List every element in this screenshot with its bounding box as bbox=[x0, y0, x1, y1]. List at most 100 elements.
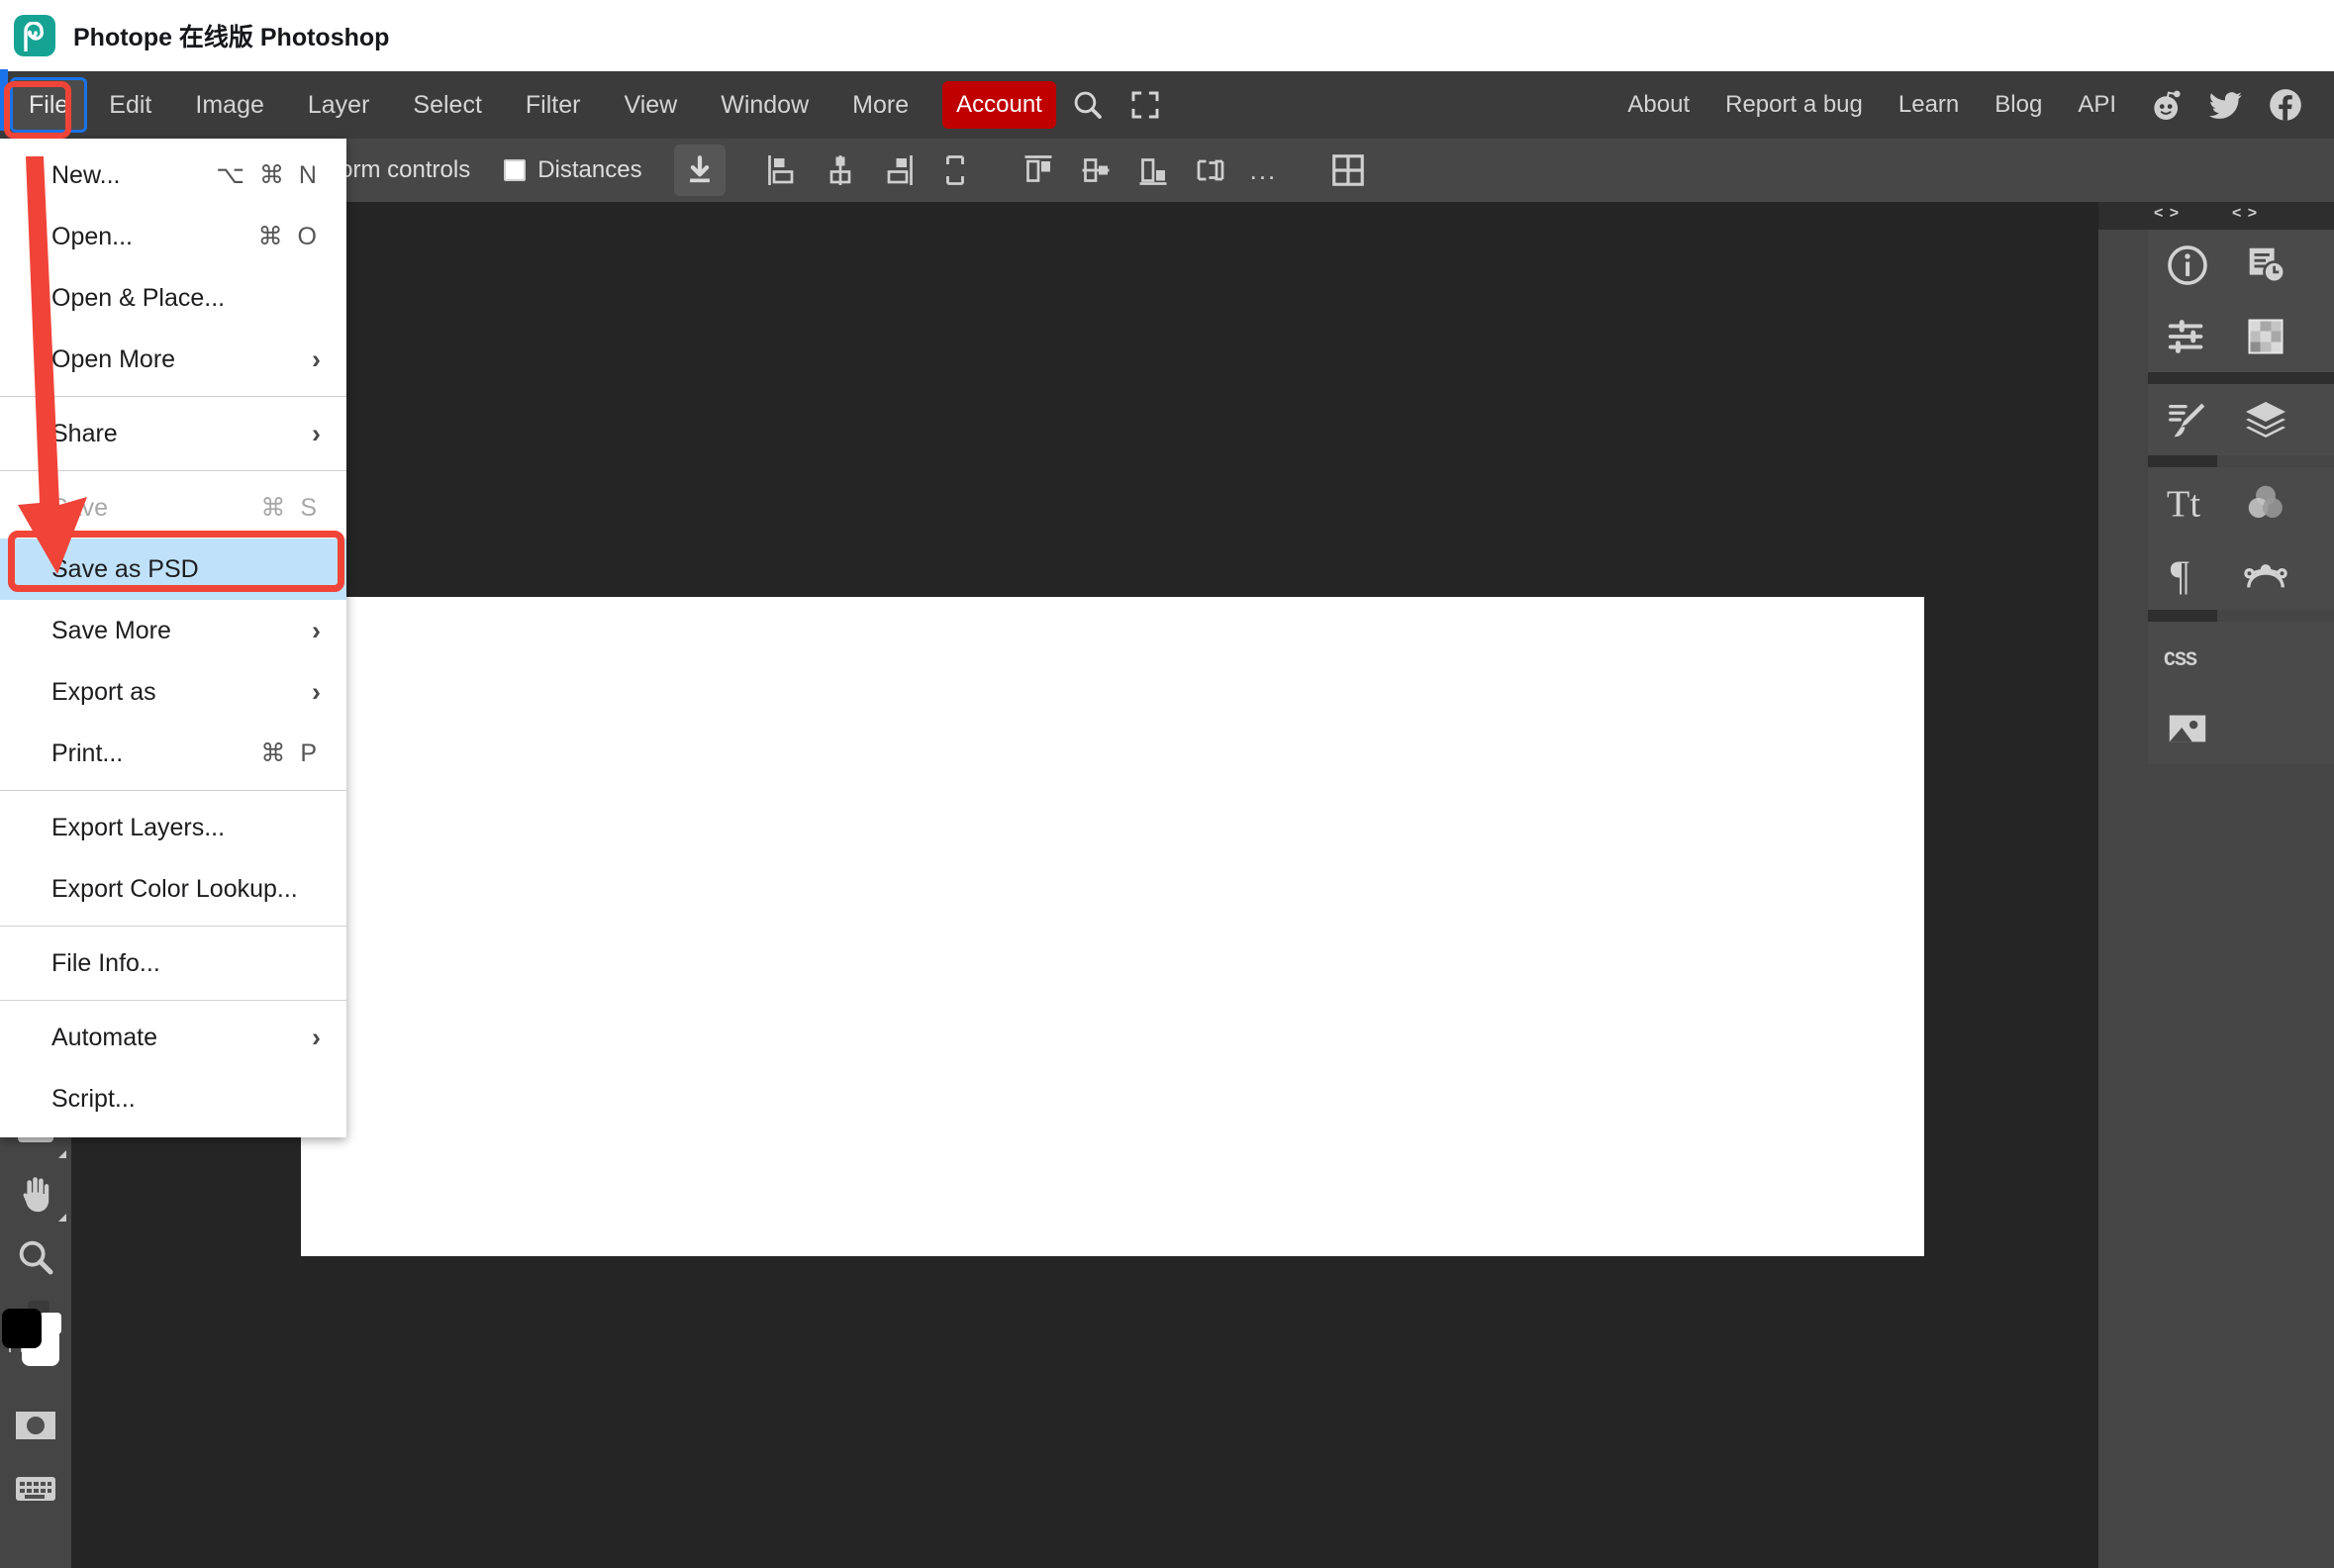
layers-icon[interactable] bbox=[2226, 384, 2304, 455]
paragraph-icon[interactable]: ¶ bbox=[2148, 539, 2226, 610]
menu-save: Save ⌘ S bbox=[0, 477, 346, 539]
link-blog[interactable]: Blog bbox=[1977, 79, 2060, 131]
panel-group-info bbox=[2148, 230, 2334, 372]
main-menubar: File Edit Image Layer Select Filter View… bbox=[0, 71, 2334, 139]
menu-print-label: Print... bbox=[51, 738, 124, 767]
reddit-icon[interactable] bbox=[2140, 78, 2193, 132]
menu-export-layers-label: Export Layers... bbox=[51, 813, 226, 841]
canvas-workspace[interactable] bbox=[71, 202, 2098, 1568]
menu-save-as-psd[interactable]: Save as PSD bbox=[0, 539, 346, 600]
menu-print[interactable]: Print... ⌘ P bbox=[0, 723, 346, 784]
menu-file[interactable]: File bbox=[10, 77, 88, 133]
menu-script[interactable]: Script... bbox=[0, 1068, 346, 1129]
menu-new[interactable]: New... ⌥ ⌘ N bbox=[0, 145, 346, 206]
menu-open-and-place-label: Open & Place... bbox=[51, 283, 226, 312]
menu-separator bbox=[0, 790, 346, 791]
link-about[interactable]: About bbox=[1609, 79, 1707, 131]
distances-checkbox[interactable] bbox=[504, 159, 527, 181]
panel-divider bbox=[2148, 455, 2217, 467]
menu-file-info[interactable]: File Info... bbox=[0, 932, 346, 994]
photopea-logo-icon bbox=[14, 15, 55, 56]
align-middle-vertical-icon[interactable] bbox=[1070, 145, 1121, 196]
menu-export-color-lookup[interactable]: Export Color Lookup... bbox=[0, 858, 346, 920]
more-options-button[interactable]: ... bbox=[1236, 155, 1292, 186]
menu-open-shortcut: ⌘ O bbox=[257, 223, 321, 250]
link-learn[interactable]: Learn bbox=[1881, 79, 1977, 131]
account-button[interactable]: Account bbox=[942, 81, 1056, 129]
distances-label: Distances bbox=[537, 156, 642, 183]
search-icon[interactable] bbox=[1062, 79, 1114, 131]
align-center-horizontal-icon[interactable] bbox=[815, 145, 866, 196]
file-menu[interactable]: New... ⌥ ⌘ N Open... ⌘ O Open & Place...… bbox=[0, 139, 346, 1137]
menu-share[interactable]: Share › bbox=[0, 403, 346, 464]
panel-collapse-mark-1[interactable]: < > bbox=[2154, 205, 2180, 223]
css-icon[interactable]: CSS bbox=[2148, 622, 2226, 693]
image-placeholder-icon[interactable] bbox=[2148, 693, 2226, 764]
svg-text:CSS: CSS bbox=[2164, 649, 2197, 672]
align-right-icon[interactable] bbox=[872, 145, 924, 196]
menu-automate[interactable]: Automate › bbox=[0, 1007, 346, 1068]
twitter-icon[interactable] bbox=[2199, 78, 2253, 132]
align-left-icon[interactable] bbox=[757, 145, 809, 196]
color-swatches[interactable] bbox=[0, 1295, 71, 1394]
download-icon[interactable] bbox=[673, 145, 726, 196]
link-report-a-bug[interactable]: Report a bug bbox=[1707, 79, 1881, 131]
menu-window[interactable]: Window bbox=[699, 79, 830, 131]
document-canvas[interactable] bbox=[301, 597, 1924, 1256]
photopea-app-window: Photope 在线版 Photoshop File Edit Image La… bbox=[0, 0, 2334, 1568]
distribute-horizontal-icon[interactable] bbox=[929, 145, 981, 196]
menu-open-more-label: Open More bbox=[51, 344, 176, 373]
menu-open-and-place[interactable]: Open & Place... bbox=[0, 267, 346, 329]
adjustments-icon[interactable] bbox=[2148, 301, 2226, 372]
svg-text:¶: ¶ bbox=[2170, 552, 2188, 597]
facebook-icon[interactable] bbox=[2259, 78, 2312, 132]
keyboard-shortcuts-icon[interactable] bbox=[0, 1457, 71, 1520]
menu-view[interactable]: View bbox=[602, 79, 699, 131]
history-icon[interactable] bbox=[2226, 230, 2304, 301]
channels-icon[interactable] bbox=[2226, 467, 2304, 539]
menu-select[interactable]: Select bbox=[391, 79, 503, 131]
tool-group-corner-icon bbox=[58, 1150, 66, 1158]
menu-export-as-label: Export as bbox=[51, 677, 156, 706]
link-api[interactable]: API bbox=[2060, 79, 2134, 131]
menu-save-as-psd-label: Save as PSD bbox=[51, 554, 199, 583]
panel-group-css-image: CSS bbox=[2148, 622, 2334, 764]
character-type-icon[interactable]: Tt bbox=[2148, 467, 2226, 539]
menu-script-label: Script... bbox=[51, 1084, 136, 1113]
zoom-tool-icon[interactable] bbox=[0, 1225, 71, 1289]
menubar-left-group: File Edit Image Layer Select Filter View… bbox=[0, 71, 1171, 139]
menu-export-layers[interactable]: Export Layers... bbox=[0, 797, 346, 858]
menu-image[interactable]: Image bbox=[173, 79, 285, 131]
panel-divider bbox=[2148, 372, 2334, 384]
info-icon[interactable] bbox=[2148, 230, 2226, 301]
tool-options-bar: Layer Transform controls Distances bbox=[0, 139, 2334, 202]
menu-open[interactable]: Open... ⌘ O bbox=[0, 206, 346, 267]
distances-checkbox-row[interactable]: Distances bbox=[504, 156, 642, 184]
panel-collapse-mark-2[interactable]: < > bbox=[2232, 205, 2258, 223]
menu-separator bbox=[0, 926, 346, 927]
panel-collapse-strip[interactable]: < > < > bbox=[2098, 202, 2334, 230]
menu-print-shortcut: ⌘ P bbox=[260, 739, 321, 767]
brush-settings-icon[interactable] bbox=[2148, 384, 2226, 455]
menu-edit[interactable]: Edit bbox=[87, 79, 173, 131]
quick-mask-icon[interactable] bbox=[0, 1394, 71, 1457]
menu-more[interactable]: More bbox=[830, 79, 930, 131]
svg-text:Tt: Tt bbox=[2166, 483, 2199, 525]
menu-separator bbox=[0, 396, 346, 397]
arrange-grid-icon[interactable] bbox=[1322, 145, 1374, 196]
align-bottom-icon[interactable] bbox=[1127, 145, 1179, 196]
menu-save-more[interactable]: Save More › bbox=[0, 600, 346, 661]
chevron-right-icon: › bbox=[312, 343, 321, 374]
menu-layer[interactable]: Layer bbox=[286, 79, 392, 131]
fullscreen-icon[interactable] bbox=[1119, 79, 1171, 131]
file-menu-focus-indicator bbox=[0, 69, 8, 131]
hand-tool-icon[interactable] bbox=[0, 1162, 71, 1225]
align-top-icon[interactable] bbox=[1013, 145, 1064, 196]
menu-open-more[interactable]: Open More › bbox=[0, 329, 346, 390]
swatches-grid-icon[interactable] bbox=[2226, 301, 2304, 372]
menu-save-more-label: Save More bbox=[51, 616, 171, 644]
menu-filter[interactable]: Filter bbox=[504, 79, 603, 131]
paths-icon[interactable] bbox=[2226, 539, 2304, 610]
distribute-vertical-icon[interactable] bbox=[1185, 145, 1236, 196]
menu-export-as[interactable]: Export as › bbox=[0, 661, 346, 723]
